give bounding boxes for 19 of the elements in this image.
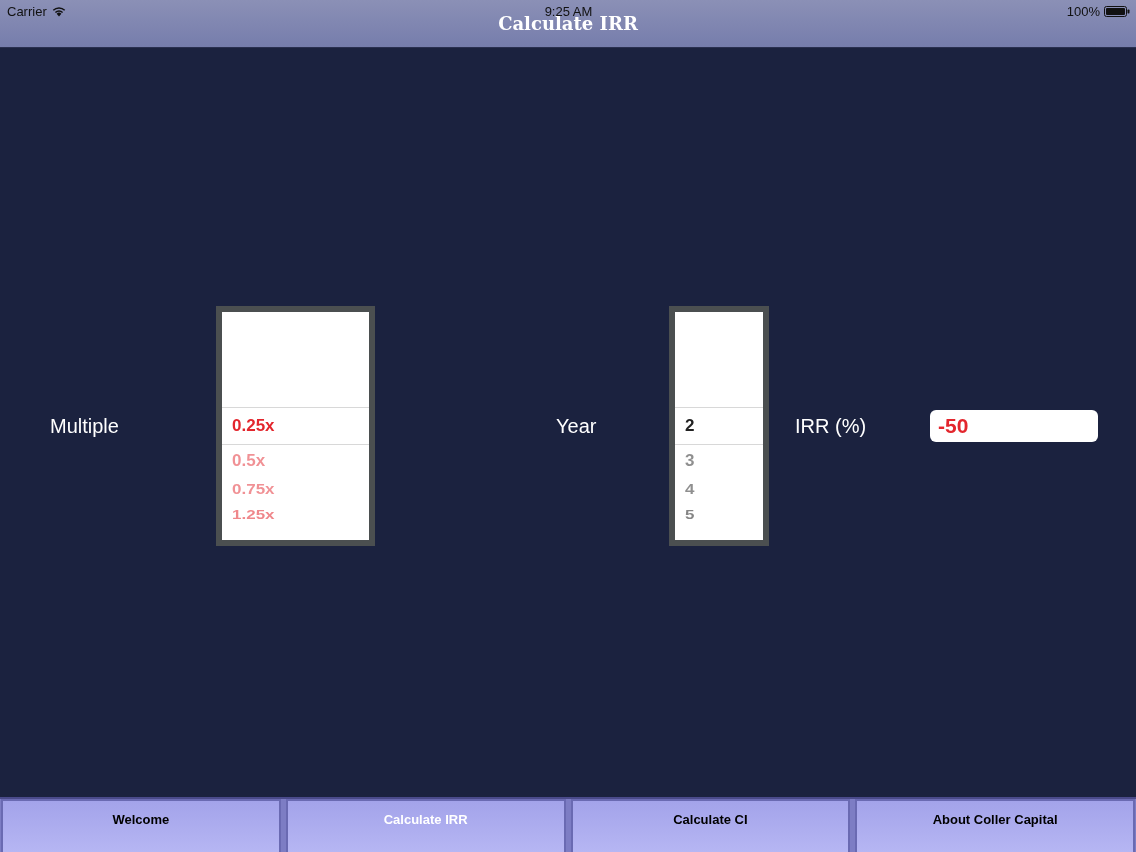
- field-label: Multiple: [50, 414, 119, 438]
- wifi-icon: [51, 5, 66, 17]
- battery-percent: 100%: [1066, 3, 1100, 19]
- picker-wheel[interactable]: 2 3 4 5: [669, 306, 769, 546]
- tab[interactable]: Calculate CI: [570, 799, 851, 852]
- picker-wheel[interactable]: 0.25x 0.5x 0.75x 1.25x: [216, 306, 375, 546]
- tab[interactable]: About Coller Capital: [855, 799, 1135, 852]
- irr-result-field[interactable]: -50: [930, 410, 1098, 442]
- picker-selected-option[interactable]: 2: [685, 416, 695, 436]
- battery-icon: [1104, 5, 1130, 17]
- picker-option[interactable]: 4: [685, 481, 695, 499]
- field-label: IRR (%): [795, 414, 867, 438]
- picker-selected-option[interactable]: 0.25x: [232, 416, 275, 436]
- field-label: Year: [556, 414, 597, 438]
- carrier-label: Carrier: [7, 3, 47, 19]
- picker-option[interactable]: 5: [685, 507, 695, 522]
- tab[interactable]: Welcome: [1, 799, 281, 852]
- picker-option[interactable]: 1.25x: [232, 507, 275, 522]
- picker-option[interactable]: 3: [685, 450, 695, 471]
